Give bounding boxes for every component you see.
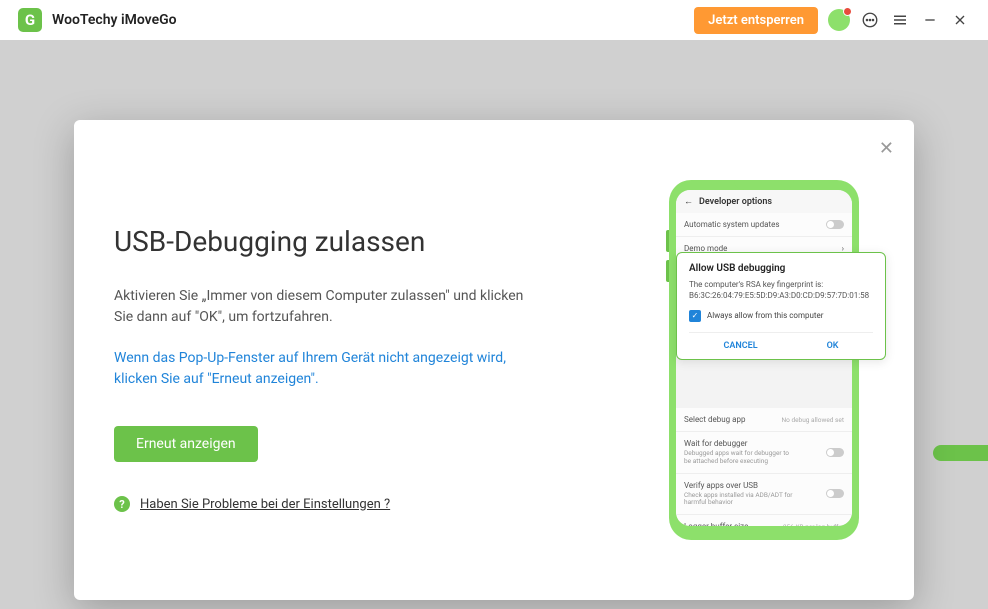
- toggle-icon: [826, 220, 844, 229]
- main-area: ✕ USB-Debugging zulassen Aktivieren Sie …: [0, 40, 988, 609]
- row-label: Select debug app: [684, 415, 745, 424]
- usb-ok-button: OK: [827, 341, 839, 351]
- row-sublabel: Check apps installed via ADB/ADT for har…: [684, 492, 794, 508]
- usb-always-label: Always allow from this computer: [707, 311, 823, 320]
- usb-debugging-modal: ✕ USB-Debugging zulassen Aktivieren Sie …: [74, 120, 914, 600]
- modal-content: USB-Debugging zulassen Aktivieren Sie „I…: [114, 160, 654, 560]
- unlock-button[interactable]: Jetzt entsperren: [694, 7, 818, 34]
- row-value: No debug allowed set: [781, 416, 844, 424]
- progress-accent: [933, 445, 988, 461]
- screen-header: ← Developer options: [676, 190, 852, 213]
- row-label: Logger buffer size: [684, 522, 748, 526]
- usb-allow-dialog: Allow USB debugging The computer's RSA k…: [676, 252, 886, 360]
- row-label: Automatic system updates: [684, 220, 779, 229]
- usb-dialog-actions: CANCEL OK: [689, 332, 873, 351]
- usb-text-line: The computer's RSA key fingerprint is:: [689, 280, 823, 289]
- modal-title: USB-Debugging zulassen: [114, 225, 614, 258]
- phone-frame: ← Developer options Automatic system upd…: [669, 180, 859, 540]
- back-arrow-icon: ←: [684, 196, 693, 207]
- toggle-icon: [826, 489, 844, 498]
- row-wait-debugger: Wait for debugger Debugged apps wait for…: [676, 432, 852, 474]
- usb-dialog-title: Allow USB debugging: [689, 263, 873, 274]
- app-header: G WooTechy iMoveGo Jetzt entsperren: [0, 0, 988, 40]
- row-col: Wait for debugger Debugged apps wait for…: [684, 439, 794, 466]
- row-select-debug: Select debug app No debug allowed set: [676, 408, 852, 432]
- modal-hint: Wenn das Pop-Up-Fenster auf Ihrem Gerät …: [114, 348, 534, 390]
- screen-title: Developer options: [699, 197, 772, 207]
- minimize-icon[interactable]: [920, 10, 940, 30]
- usb-dialog-text: The computer's RSA key fingerprint is: B…: [689, 280, 873, 302]
- modal-close-icon[interactable]: ✕: [879, 138, 894, 159]
- usb-fingerprint: B6:3C:26:04:79:E5:5D:D9:A3:D0:CD:D9:57:7…: [689, 291, 869, 300]
- row-value: 256 KB per log buffer: [783, 523, 844, 526]
- modal-description: Aktivieren Sie „Immer von diesem Compute…: [114, 286, 534, 328]
- row-verify-usb: Verify apps over USB Check apps installe…: [676, 474, 852, 516]
- retry-button[interactable]: Erneut anzeigen: [114, 426, 258, 462]
- phone-notch: [734, 180, 794, 190]
- row-label: Wait for debugger: [684, 439, 794, 448]
- row-sublabel: Debugged apps wait for debugger to be at…: [684, 450, 794, 466]
- help-icon: ?: [114, 496, 130, 512]
- row-col: Verify apps over USB Check apps installe…: [684, 481, 794, 508]
- avatar-icon[interactable]: [828, 9, 850, 31]
- help-row: ? Haben Sie Probleme bei der Einstellung…: [114, 496, 614, 512]
- header-actions: Jetzt entsperren: [694, 7, 970, 34]
- usb-always-row: ✓ Always allow from this computer: [689, 310, 873, 322]
- help-link[interactable]: Haben Sie Probleme bei der Einstellungen…: [140, 497, 390, 512]
- close-icon[interactable]: [950, 10, 970, 30]
- menu-icon[interactable]: [890, 10, 910, 30]
- phone-illustration: ← Developer options Automatic system upd…: [654, 160, 874, 560]
- checkbox-checked-icon: ✓: [689, 310, 701, 322]
- row-label: Verify apps over USB: [684, 481, 794, 490]
- row-logger-buffer: Logger buffer size 256 KB per log buffer: [676, 515, 852, 526]
- row-auto-update: Automatic system updates: [676, 213, 852, 237]
- app-title: WooTechy iMoveGo: [52, 12, 177, 28]
- app-logo: G: [18, 8, 42, 32]
- toggle-icon: [826, 448, 844, 457]
- feedback-icon[interactable]: [860, 10, 880, 30]
- usb-cancel-button: CANCEL: [723, 341, 757, 351]
